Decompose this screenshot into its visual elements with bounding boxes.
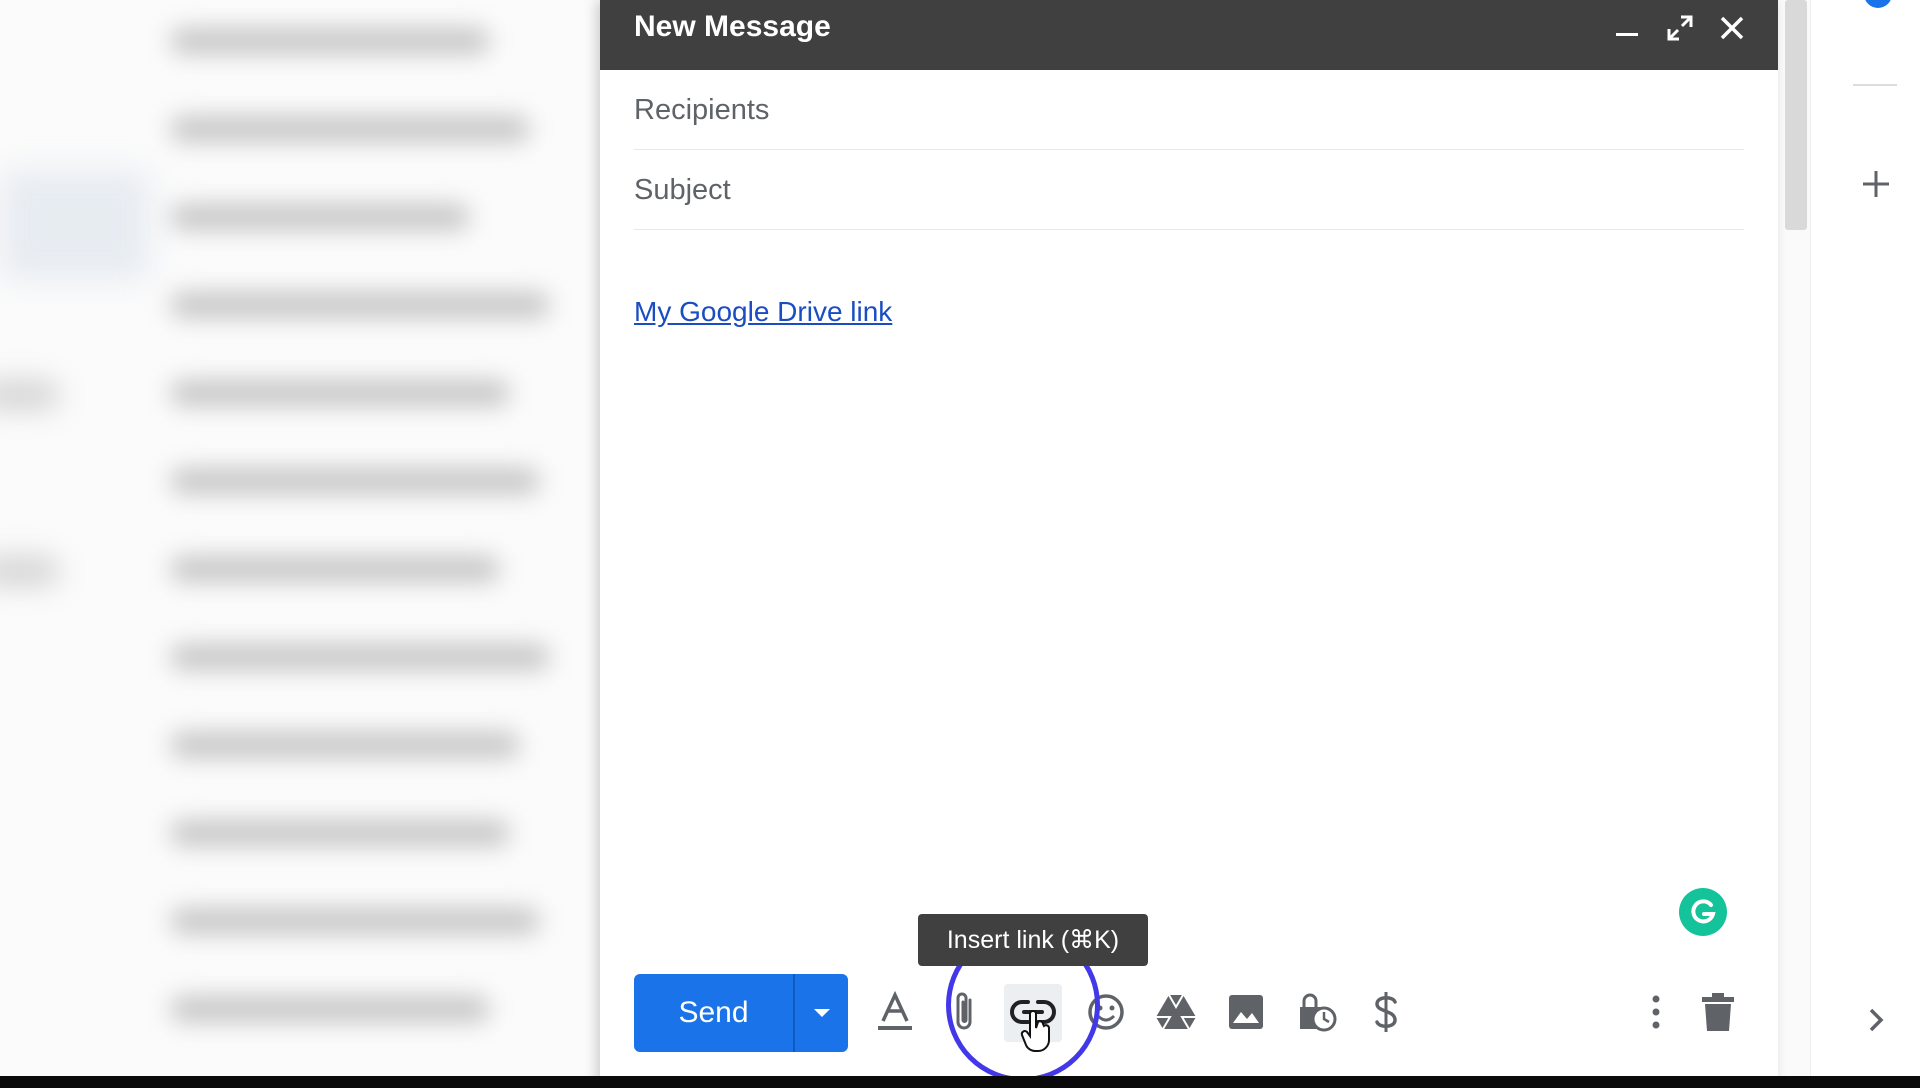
google-drive-icon[interactable] [1148, 984, 1204, 1040]
insert-link-tooltip: Insert link (⌘K) [918, 914, 1148, 966]
discard-draft-icon[interactable] [1690, 984, 1746, 1040]
compose-header: New Message [600, 0, 1778, 70]
blurred-inbox-background [0, 0, 600, 1088]
hand-cursor-icon [1020, 1010, 1054, 1057]
schedule-send-dropdown-icon[interactable] [795, 974, 848, 1052]
add-addon-icon[interactable] [1856, 164, 1896, 204]
screen: New Message Recipients Subject My Google… [0, 0, 1920, 1088]
show-side-panel-icon[interactable] [1861, 1000, 1891, 1040]
formatting-options-icon[interactable] [867, 984, 923, 1040]
right-side-panel [1810, 0, 1920, 1088]
side-panel-divider [1853, 84, 1897, 86]
subject-input[interactable]: Subject [634, 150, 1744, 230]
compose-scrollbar[interactable] [1785, 0, 1807, 230]
side-panel-app-icon[interactable] [1864, 0, 1892, 8]
body-drive-link[interactable]: My Google Drive link [634, 296, 892, 328]
compose-title: New Message [634, 10, 831, 43]
minimize-icon[interactable] [1610, 10, 1644, 46]
recipients-input[interactable]: Recipients [634, 70, 1744, 150]
send-money-icon[interactable] [1358, 984, 1414, 1040]
send-button[interactable]: Send [634, 974, 793, 1052]
compose-window: New Message Recipients Subject My Google… [600, 0, 1807, 1088]
expand-icon[interactable] [1663, 10, 1697, 46]
more-options-icon[interactable] [1628, 984, 1684, 1040]
bottom-edge [0, 1076, 1920, 1088]
grammarly-icon[interactable] [1679, 888, 1727, 936]
insert-emoji-icon[interactable] [1078, 984, 1134, 1040]
attach-file-icon[interactable] [937, 984, 993, 1040]
close-icon[interactable] [1715, 10, 1749, 46]
send-button-group: Send [634, 974, 848, 1052]
insert-photo-icon[interactable] [1218, 984, 1274, 1040]
confidential-mode-icon[interactable] [1288, 984, 1344, 1040]
